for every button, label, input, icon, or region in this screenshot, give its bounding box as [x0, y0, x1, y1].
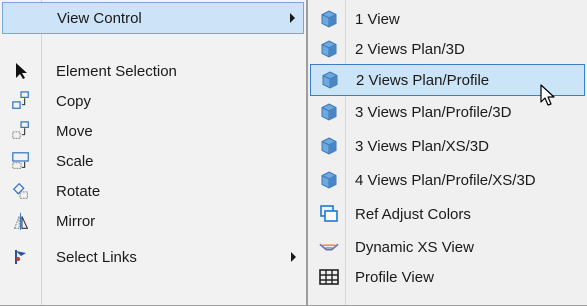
view-cube-icon: [319, 39, 339, 59]
submenu-item-label: Profile View: [355, 268, 434, 286]
menu-item-select-links[interactable]: Select Links: [2, 242, 304, 272]
submenu-item-profile-view[interactable]: Profile View: [310, 262, 585, 292]
view-cube-icon: [319, 170, 339, 190]
submenu-item-label: 2 Views Plan/3D: [355, 40, 465, 58]
view-cube-icon: [319, 9, 339, 29]
select-links-icon: [11, 247, 31, 267]
submenu-item-3-views-plan-xs-3d[interactable]: 3 Views Plan/XS/3D: [310, 130, 585, 162]
submenu-item-label: 3 Views Plan/Profile/3D: [355, 103, 512, 121]
submenu-item-label: Dynamic XS View: [355, 238, 474, 256]
menu-item-element-selection[interactable]: Element Selection: [2, 56, 304, 86]
menu-item-copy[interactable]: Copy: [2, 86, 304, 116]
submenu-item-1-view[interactable]: 1 View: [310, 4, 585, 34]
rotate-element-icon: [11, 181, 31, 201]
submenu-item-label: 4 Views Plan/Profile/XS/3D: [355, 171, 536, 189]
context-menu: View Control Element Selection Copy Move…: [0, 0, 307, 306]
view-control-submenu: 1 View 2 Views Plan/3D 2 Views Plan/Prof…: [307, 0, 587, 306]
menu-item-mirror[interactable]: Mirror: [2, 206, 304, 236]
arrow-pointer-icon: [11, 61, 31, 81]
menu-item-move[interactable]: Move: [2, 116, 304, 146]
scale-element-icon: [11, 151, 31, 171]
view-cube-icon: [319, 102, 339, 122]
profile-view-grid-icon: [319, 267, 339, 287]
menu-item-label: Scale: [56, 152, 94, 170]
move-element-icon: [11, 121, 31, 141]
menu-item-label: Move: [56, 122, 93, 140]
menu-item-label: View Control: [57, 9, 142, 27]
submenu-arrow-icon: [291, 252, 296, 262]
menu-item-view-control[interactable]: View Control: [2, 2, 304, 34]
menu-item-label: Rotate: [56, 182, 101, 200]
view-cube-icon: [319, 136, 339, 156]
submenu-item-2-views-plan-3d[interactable]: 2 Views Plan/3D: [310, 34, 585, 64]
submenu-arrow-icon: [290, 13, 295, 23]
dynamic-xs-view-icon: [319, 237, 339, 257]
mirror-element-icon: [11, 211, 31, 231]
submenu-item-label: Ref Adjust Colors: [355, 205, 471, 223]
menu-item-rotate[interactable]: Rotate: [2, 176, 304, 206]
submenu-item-4-views-plan-profile-xs-3d[interactable]: 4 Views Plan/Profile/XS/3D: [310, 164, 585, 196]
menu-item-scale[interactable]: Scale: [2, 146, 304, 176]
menu-item-label: Element Selection: [56, 62, 177, 80]
copy-element-icon: [11, 91, 31, 111]
submenu-item-ref-adjust-colors[interactable]: Ref Adjust Colors: [310, 198, 585, 230]
view-cube-icon: [320, 70, 340, 90]
menu-item-label: Mirror: [56, 212, 96, 230]
mouse-pointer-icon: [540, 84, 558, 112]
menu-item-label: Select Links: [56, 248, 137, 266]
submenu-item-label: 3 Views Plan/XS/3D: [355, 137, 489, 155]
ref-adjust-colors-icon: [319, 204, 339, 224]
submenu-item-dynamic-xs-view[interactable]: Dynamic XS View: [310, 232, 585, 262]
submenu-item-label: 2 Views Plan/Profile: [356, 71, 490, 89]
menu-item-label: Copy: [56, 92, 92, 110]
submenu-item-label: 1 View: [355, 10, 400, 28]
